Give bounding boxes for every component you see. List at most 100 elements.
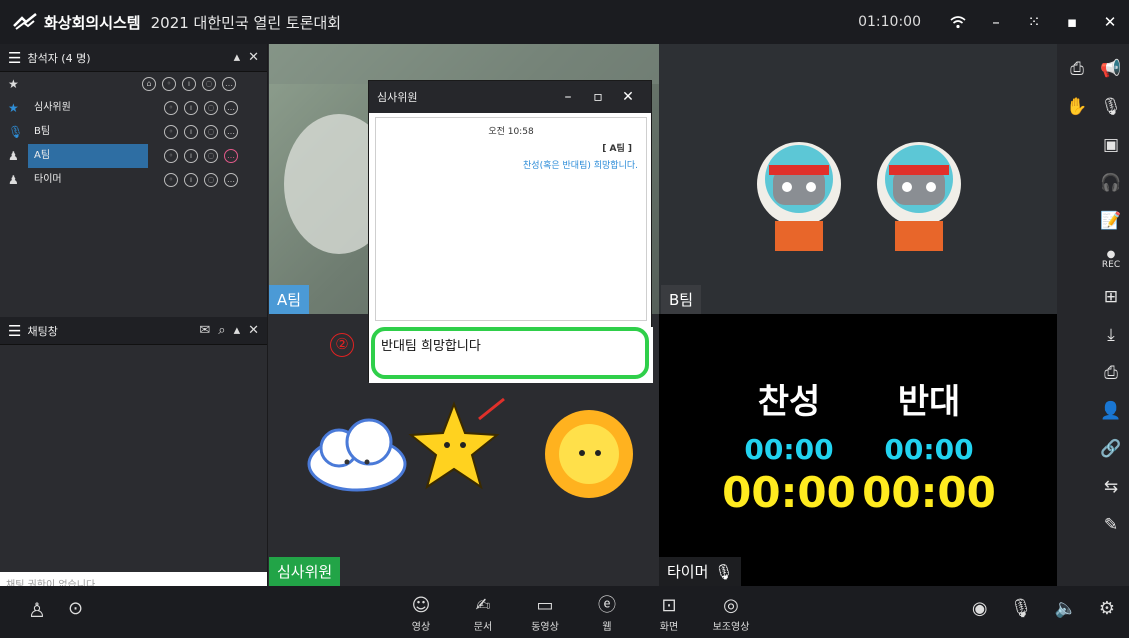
speaker-icon[interactable]: 🔈 [1054,598,1076,619]
close-participants-button[interactable]: ✕ [248,50,259,65]
mic-settings-icon[interactable]: 🎙 [1093,88,1129,126]
participant-row-timer[interactable]: ♟ 타이머 ◦ ı ◌ … [0,168,267,192]
event-title: 2021 대한민국 열린 토론대회 [150,13,342,32]
mic-icon[interactable]: ı [184,173,198,187]
maximize-button[interactable]: ▪ [1053,0,1091,44]
dialog-header[interactable]: 심사위원 – ▫ ✕ [369,81,651,113]
layout-icon[interactable]: ▣ [1093,126,1129,164]
camera-icon[interactable]: ◦ [164,125,178,139]
mic-icon: 🎙 [8,125,24,139]
palette-icon[interactable]: ◌ [204,149,218,163]
dialog-minimize-button[interactable]: – [553,89,583,105]
fullscreen-button[interactable]: ⁙ [1015,0,1053,44]
camera-icon[interactable]: ◦ [164,149,178,163]
note-icon[interactable]: 📝 [1093,202,1129,240]
camera-icon[interactable]: ◦ [164,173,178,187]
minimize-button[interactable]: – [977,0,1015,44]
dialog-maximize-button[interactable]: ▫ [583,89,613,105]
debate-scoreboard: 찬성 반대 00:00 00:00 00:00 00:00 [719,374,999,517]
web-button[interactable]: ⓔ 웹 [576,590,638,636]
pro-time-small: 00:00 [744,433,834,466]
mic-icon[interactable]: ı [184,125,198,139]
participants-header: ☰ 참석자 (4 명) ▴ ✕ [0,44,267,72]
video-label: 타이머 [667,563,709,581]
video-tile-b[interactable]: B팀 [659,44,1057,314]
chat-bubble-icon[interactable]: … [224,125,238,139]
search-icon[interactable]: ⌕ [218,323,225,338]
record-dot-icon: ● [1106,248,1116,260]
edit-icon[interactable]: ✎ [1093,506,1129,544]
share-icon[interactable]: ⎙ [1059,50,1095,88]
person-icon: ♟ [8,149,19,163]
download-icon[interactable]: ⤓ [1093,316,1129,354]
menu-icon[interactable]: ☰ [8,322,21,340]
participant-name: A팀 [28,144,148,168]
chat-bubble-icon[interactable]: … [222,77,236,91]
screen-share-button[interactable]: ⊡ 화면 [638,590,700,636]
emoji-icon: ☺ [411,594,431,616]
add-user-icon[interactable]: 👤 [1093,392,1129,430]
chat-bubble-icon[interactable]: … [224,149,238,163]
video-icon: ▭ [536,594,554,616]
screen-share-icon: ⊡ [661,594,677,616]
palette-icon[interactable]: ◌ [204,125,218,139]
participant-row-judge[interactable]: ★ 심사위원 ◦ ı ◌ … [0,96,267,120]
palette-icon[interactable]: ◌ [202,77,216,91]
menu-icon[interactable]: ☰ [8,49,21,67]
new-message-icon[interactable]: ✉ [199,323,210,338]
pro-label: 찬성 [757,382,821,422]
camera-toggle-icon[interactable]: ◦ [162,77,176,91]
raise-hand-icon[interactable]: ✋ [1059,88,1095,126]
headphones-icon[interactable]: 🎧 [1093,164,1129,202]
chat-bubble-icon[interactable]: … [224,101,238,115]
translate-icon[interactable]: ⇆ [1093,468,1129,506]
pin-icon[interactable]: ▴ [234,323,241,338]
participant-row-b[interactable]: 🎙 B팀 ◦ ı ◌ … [0,120,267,144]
dialog-close-button[interactable]: ✕ [613,89,643,105]
close-chat-button[interactable]: ✕ [248,323,259,338]
right-toolbar-left-column: ⎙ ✋ [1059,50,1095,126]
person-toggle-icon[interactable]: ⌂ [142,77,156,91]
dialog-message-input[interactable]: 반대팀 희망합니다 [371,327,649,379]
palette-icon[interactable]: ◌ [204,101,218,115]
message-text: 찬성(혹은 반대팀) 희망합니다. [523,161,638,171]
sub-video-button[interactable]: ◎ 보조영상 [700,590,762,636]
participant-list: ★ ⌂ ◦ ı ◌ … ★ 심사위원 ◦ ı ◌ … 🎙 B팀 ◦ ı ◌ … … [0,72,267,317]
row-actions: ◦ ı ◌ … [164,101,238,115]
print-icon[interactable]: ⎙ [1093,354,1129,392]
left-panel: ☰ 참석자 (4 명) ▴ ✕ ★ ⌂ ◦ ı ◌ … ★ 심사위원 ◦ ı ◌… [0,44,268,614]
close-button[interactable]: ✕ [1091,0,1129,44]
participant-row-a[interactable]: ♟ A팀 ◦ ı ◌ … [0,144,267,168]
mic-toggle-icon[interactable]: ı [182,77,196,91]
title-bar: 화상회의시스템 2021 대한민국 열린 토론대회 01:10:00 – ⁙ ▪… [0,0,1129,44]
record-button[interactable]: ● REC [1093,240,1129,278]
grid-icon[interactable]: ⊞ [1093,278,1129,316]
pin-icon[interactable]: ▴ [234,50,241,65]
megaphone-icon[interactable]: 📢 [1093,50,1129,88]
camera-icon[interactable]: ◉ [972,598,988,619]
document-button[interactable]: ✍ 문서 [452,590,514,636]
movie-button[interactable]: ▭ 동영상 [514,590,576,636]
mic-icon[interactable]: ı [184,101,198,115]
star-icon: ★ [8,101,19,115]
video-mode-button[interactable]: ☺ 영상 [390,590,452,636]
participants-title: 참석자 (4 명) [27,51,91,65]
cat-astronaut-image [757,142,961,251]
link-icon[interactable]: 🔗 [1093,430,1129,468]
message-sender: [ A팀 ] [602,144,632,154]
mic-icon[interactable]: 🎙 [1010,598,1033,619]
settings-gear-icon[interactable]: ⚙ [1099,598,1115,619]
session-timer: 01:10:00 [858,14,921,30]
step-marker: ② [330,333,354,357]
private-chat-dialog: 심사위원 – ▫ ✕ 오전 10:58 [ A팀 ] 찬성(혹은 반대팀) 희망… [368,80,653,383]
chat-icon[interactable]: ⊙ [68,598,83,622]
con-label: 반대 [897,382,961,422]
mic-icon[interactable]: ı [184,149,198,163]
palette-icon[interactable]: ◌ [204,173,218,187]
user-icon[interactable]: ♙ [28,598,46,622]
bottom-item-label: 웹 [602,621,612,633]
camera-icon[interactable]: ◦ [164,101,178,115]
chat-bubble-icon[interactable]: … [224,173,238,187]
con-time-small: 00:00 [884,433,974,466]
video-tile-timer[interactable]: 찬성 반대 00:00 00:00 00:00 00:00 타이머 🎙 [659,314,1057,586]
